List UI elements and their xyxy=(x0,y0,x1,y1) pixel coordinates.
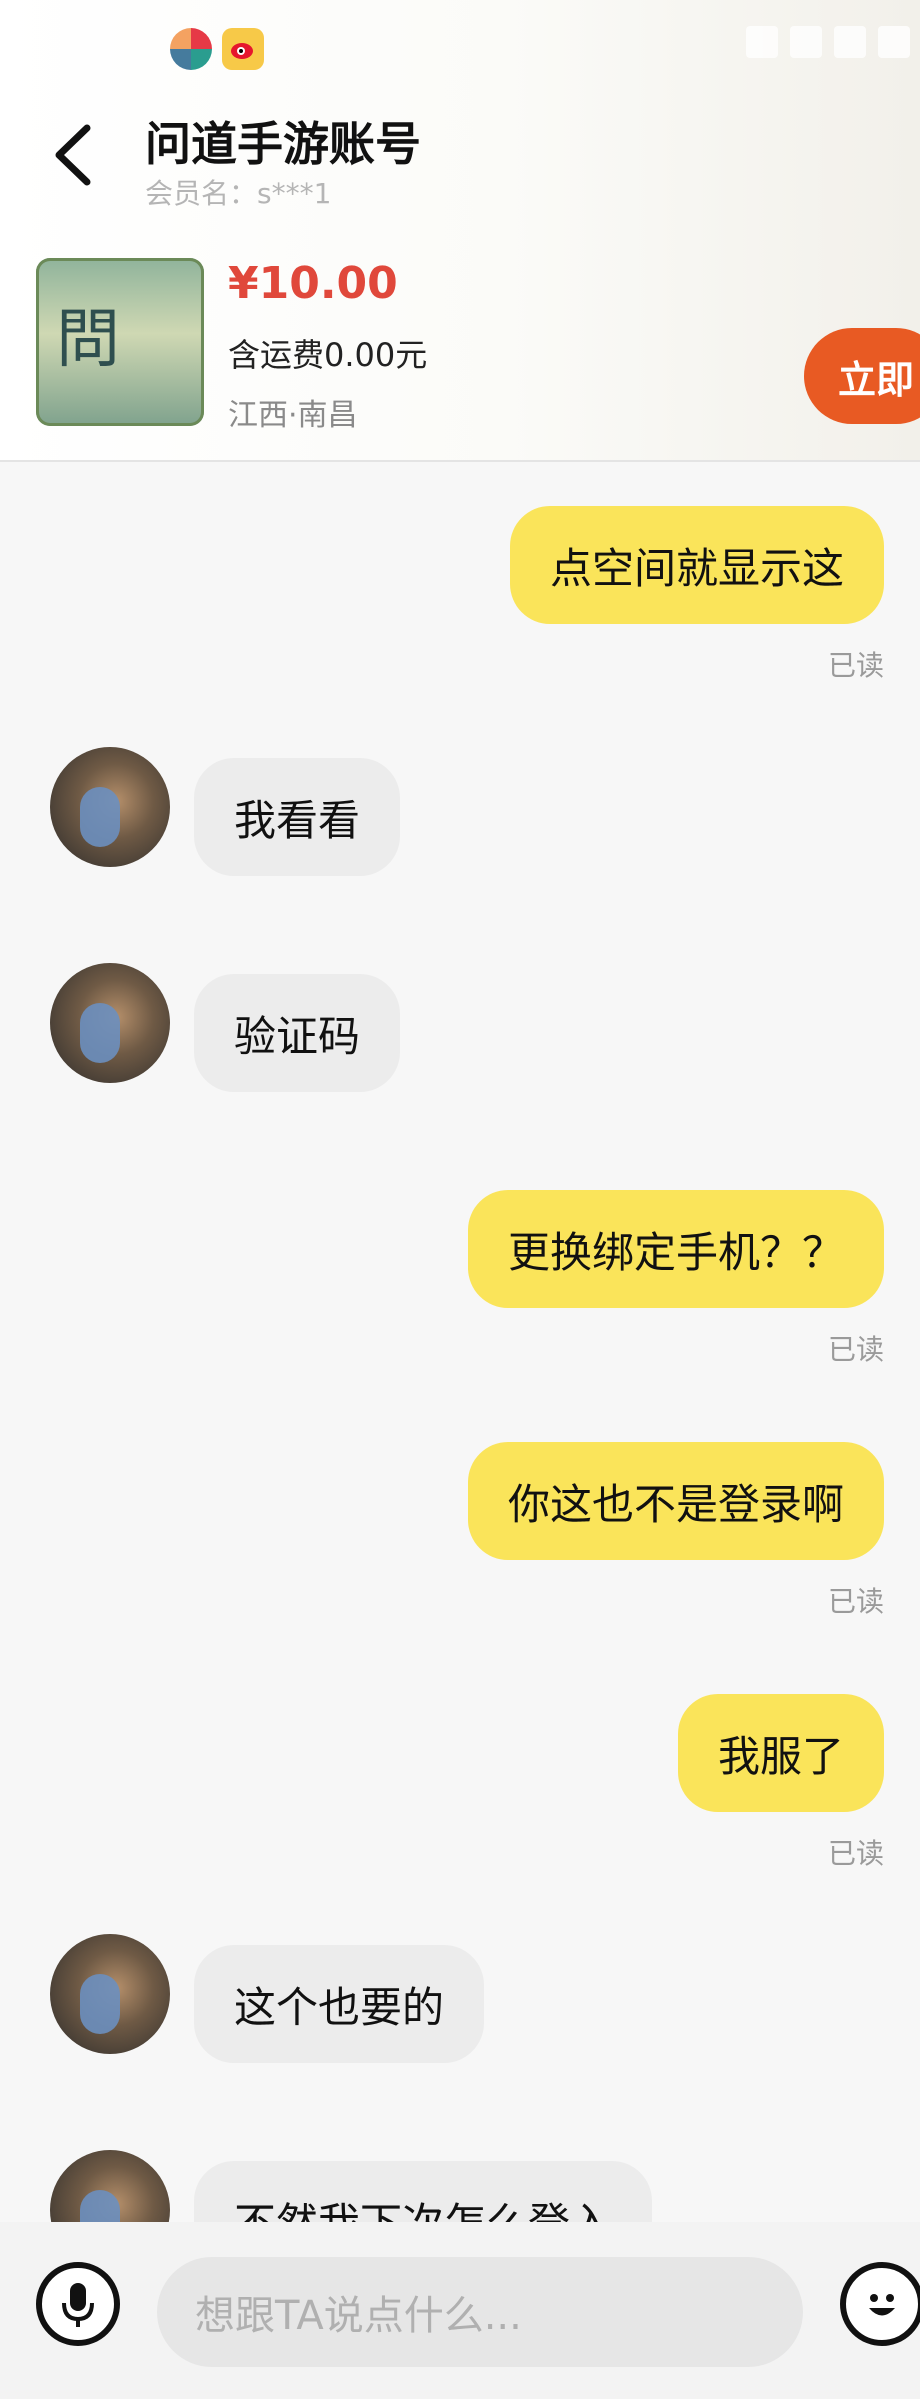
emoji-button[interactable] xyxy=(840,2262,920,2346)
smile-icon xyxy=(869,2294,895,2316)
back-button[interactable] xyxy=(45,120,105,190)
read-receipt: 已读 xyxy=(827,1837,884,1870)
my-message-bubble[interactable]: 点空间就显示这 xyxy=(509,506,884,624)
avatar-figure xyxy=(80,1974,120,2034)
chat-screen: 问道手游账号 会员名：s***1 問 ¥10.00 含运费0.00元 江西·南昌… xyxy=(0,0,920,2399)
contact-avatar[interactable] xyxy=(50,963,170,1083)
page-title: 问道手游账号 xyxy=(145,117,421,171)
status-bar-system-icons xyxy=(746,26,910,58)
voice-input-button[interactable] xyxy=(36,2262,120,2346)
member-name: 会员名：s***1 xyxy=(145,177,332,210)
their-message-bubble[interactable]: 我看看 xyxy=(194,758,401,876)
thumbnail-calligraphy: 問 xyxy=(56,303,120,377)
vibrate-icon xyxy=(746,26,778,58)
my-message-bubble[interactable]: 更换绑定手机？？ xyxy=(467,1190,884,1308)
shipping-fee: 含运费0.00元 xyxy=(228,336,428,374)
read-receipt: 已读 xyxy=(827,1585,884,1618)
mute-icon xyxy=(790,26,822,58)
signal-5g-icon xyxy=(834,26,866,58)
microphone-icon xyxy=(62,2283,94,2327)
contact-avatar[interactable] xyxy=(50,1934,170,2054)
message-list[interactable]: 点空间就显示这 已读 我看看 验证码 更换绑定手机？？ 已读 你这也不是登录啊 … xyxy=(0,462,920,2279)
read-receipt: 已读 xyxy=(827,649,884,682)
my-message-bubble[interactable]: 我服了 xyxy=(677,1694,884,1812)
product-thumbnail[interactable]: 問 xyxy=(36,258,204,426)
chat-header: 问道手游账号 会员名：s***1 問 ¥10.00 含运费0.00元 江西·南昌… xyxy=(0,0,920,462)
avatar-figure xyxy=(80,1003,120,1063)
message-input-placeholder: 想跟TA说点什么... xyxy=(195,2293,522,2339)
weibo-notification-icon xyxy=(222,28,264,70)
message-input[interactable]: 想跟TA说点什么... xyxy=(157,2257,803,2367)
app-notification-icon xyxy=(170,28,212,70)
read-receipt: 已读 xyxy=(827,1333,884,1366)
message-input-bar: 想跟TA说点什么... xyxy=(0,2222,920,2399)
my-message-bubble[interactable]: 你这也不是登录啊 xyxy=(467,1442,884,1560)
avatar-figure xyxy=(80,787,120,847)
status-bar-app-icons xyxy=(170,28,264,70)
their-message-bubble[interactable]: 验证码 xyxy=(194,974,401,1092)
seller-location: 江西·南昌 xyxy=(228,398,358,433)
contact-avatar[interactable] xyxy=(50,747,170,867)
their-message-bubble[interactable]: 这个也要的 xyxy=(194,1945,485,2063)
buy-now-button[interactable]: 立即 xyxy=(804,328,920,424)
signal-4g-icon xyxy=(878,26,910,58)
product-price: ¥10.00 xyxy=(228,258,398,309)
